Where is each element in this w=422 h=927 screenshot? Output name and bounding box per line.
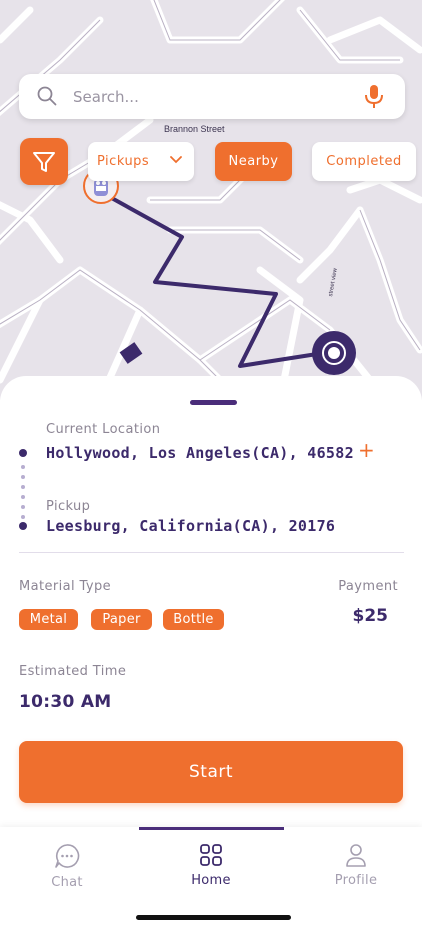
pickups-dropdown[interactable]: Pickups: [88, 142, 194, 181]
map-view[interactable]: Brannon Street street view: [0, 0, 422, 400]
map-streets: [0, 0, 422, 400]
material-type-label: Material Type: [19, 579, 112, 594]
tab-chat[interactable]: Chat: [22, 843, 112, 903]
pickup-bullet: [19, 522, 27, 530]
pickup-label: Pickup: [46, 499, 91, 514]
street-label: Brannon Street: [164, 124, 225, 134]
search-input[interactable]: [71, 82, 345, 112]
tab-profile-label: Profile: [334, 873, 378, 888]
route-dot: [21, 485, 25, 489]
sheet-handle[interactable]: [190, 400, 237, 405]
route-dot: [21, 465, 25, 469]
current-location-value: Hollywood, Los Angeles(CA), 46582: [46, 444, 354, 462]
trip-details-sheet: Current Location Hollywood, Los Angeles(…: [0, 376, 422, 836]
material-tag-bottle: Bottle: [163, 609, 224, 630]
estimated-time-value: 10:30 AM: [19, 692, 112, 712]
chevron-down-icon: [170, 156, 182, 164]
destination-pin[interactable]: [312, 331, 356, 375]
search-bar[interactable]: [19, 74, 405, 119]
destination-dot: [328, 347, 340, 359]
user-icon: [346, 844, 366, 867]
filter-button[interactable]: [20, 138, 68, 185]
current-location-bullet: [19, 449, 27, 457]
estimated-time-label: Estimated Time: [19, 664, 127, 679]
home-indicator: [136, 915, 291, 920]
material-tag-metal: Metal: [19, 609, 78, 630]
tab-home[interactable]: Home: [166, 843, 256, 903]
grid-icon: [200, 844, 222, 866]
nearby-filter-chip[interactable]: Nearby: [215, 142, 292, 181]
add-stop-icon[interactable]: +: [358, 440, 375, 460]
completed-filter-chip[interactable]: Completed: [312, 142, 416, 181]
tab-chat-label: Chat: [51, 875, 83, 890]
tab-home-label: Home: [191, 873, 231, 888]
route-dot: [21, 475, 25, 479]
material-tag-paper: Paper: [91, 609, 152, 630]
current-location-label: Current Location: [46, 422, 161, 437]
payment-value: $25: [352, 606, 389, 626]
start-button[interactable]: Start: [19, 741, 403, 803]
filter-icon: [33, 152, 55, 172]
tab-profile[interactable]: Profile: [311, 843, 401, 903]
active-tab-indicator: [139, 827, 284, 830]
divider: [19, 552, 404, 553]
pickup-value: Leesburg, California(CA), 20176: [46, 517, 336, 535]
microphone-icon[interactable]: [363, 84, 385, 110]
route-dot: [21, 495, 25, 499]
chat-icon: [55, 844, 80, 868]
search-icon: [37, 86, 57, 106]
pickups-label: Pickups: [97, 154, 150, 169]
payment-label: Payment: [338, 579, 398, 594]
bottom-tab-bar: Chat Home Profile: [0, 827, 422, 927]
route-dot: [21, 505, 25, 509]
route-dot: [21, 515, 25, 519]
